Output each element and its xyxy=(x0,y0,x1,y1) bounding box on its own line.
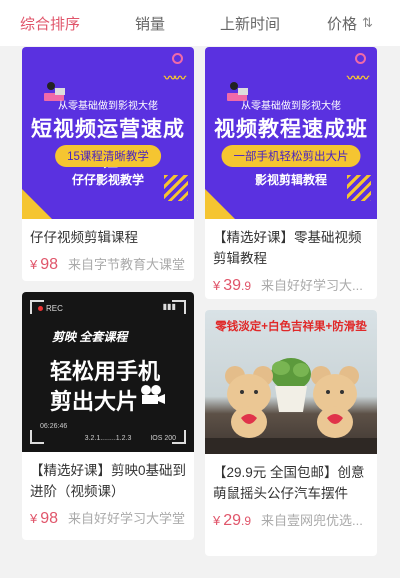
product-card[interactable]: 〰〰 从零基础做到影视大佬 短视频运营速成班 15课程清晰教学 仔仔影视教学 仔… xyxy=(22,47,194,281)
zigzag-decoration: 〰〰 xyxy=(346,71,369,85)
triangle-decoration xyxy=(22,189,52,219)
product-thumbnail: 〰〰 从零基础做到影视大佬 视频教程速成班 一部手机轻松剪出大片 影视剪辑教程 xyxy=(205,47,377,219)
price-row: ¥39.9 来自好好学习大... xyxy=(205,275,377,295)
price-row: ¥29.9 来自壹网兜优选... xyxy=(205,510,377,530)
thumb-headline: 视频教程速成班 xyxy=(214,118,368,141)
product-source: 来自好好学习大学堂 xyxy=(68,511,186,526)
thumb-subtitle: 从零基础做到影视大佬 xyxy=(241,101,341,112)
product-card[interactable]: REC ▮▮▮ 剪映 全套课程 轻松用手机 剪出大片 06:26:46 3.2.… xyxy=(22,292,194,540)
sort-arrows-icon: ⇅ xyxy=(362,15,373,30)
product-card[interactable]: 零钱淡定+白色吉祥果+防滑垫 【29.9元 全国包邮】创意萌鼠摇头公仔汽车摆件P… xyxy=(205,310,377,556)
triangle-decoration xyxy=(205,189,235,219)
timecode: 06:26:46 xyxy=(40,423,68,430)
price-row: ¥98 来自好好学习大学堂 xyxy=(22,508,194,528)
price-row: ¥98 来自字节教育大课堂 xyxy=(22,254,194,274)
ring-decoration xyxy=(172,53,183,64)
thumb-line-1: 轻松用手机 xyxy=(50,359,161,384)
sort-comprehensive[interactable]: 综合排序 xyxy=(0,13,100,34)
thumb-brand: 剪映 全套课程 xyxy=(52,330,128,344)
sort-price[interactable]: 价格 ⇅ xyxy=(300,13,400,34)
stripe-decoration xyxy=(164,175,188,201)
thumb-pill: 15课程清晰教学 xyxy=(55,145,161,167)
sort-bar: 综合排序 销量 上新时间 价格 ⇅ xyxy=(0,0,400,46)
product-thumbnail: 零钱淡定+白色吉祥果+防滑垫 xyxy=(205,310,377,454)
battery-icon: ▮▮▮ xyxy=(162,302,176,311)
product-source: 来自字节教育大课堂 xyxy=(68,257,186,272)
product-title: 【29.9元 全国包邮】创意萌鼠摇头公仔汽车摆件P0... xyxy=(213,465,365,501)
product-thumbnail: REC ▮▮▮ 剪映 全套课程 轻松用手机 剪出大片 06:26:46 3.2.… xyxy=(22,292,194,452)
sort-price-label: 价格 xyxy=(327,15,358,33)
sort-sales[interactable]: 销量 xyxy=(100,13,200,34)
sort-newest[interactable]: 上新时间 xyxy=(200,13,300,34)
product-title: 【精选好课】零基础视频剪辑教程 xyxy=(213,230,362,266)
thumb-subtitle: 从零基础做到影视大佬 xyxy=(58,101,158,112)
product-price: ¥98 xyxy=(30,510,59,527)
product-price: ¥39.9 xyxy=(213,277,252,294)
stripe-decoration xyxy=(347,175,371,201)
product-title: 【精选好课】剪映0基础到进阶（视频课） xyxy=(30,463,187,499)
thumb-line-2: 剪出大片 xyxy=(50,389,139,414)
product-price: ¥29.9 xyxy=(213,512,252,529)
product-source: 来自好好学习大... xyxy=(261,278,363,293)
thumb-pill: 一部手机轻松剪出大片 xyxy=(221,145,361,167)
mouse-figurines-image xyxy=(205,358,377,454)
ring-decoration xyxy=(355,53,366,64)
thumb-headline: 零钱淡定+白色吉祥果+防滑垫 xyxy=(215,321,367,333)
rec-indicator: REC xyxy=(38,304,63,313)
film-camera-icon xyxy=(141,385,165,404)
product-thumbnail: 〰〰 从零基础做到影视大佬 短视频运营速成班 15课程清晰教学 仔仔影视教学 xyxy=(22,47,194,219)
iso-readout: IOS 200 xyxy=(150,435,176,442)
product-title: 仔仔视频剪辑课程 xyxy=(30,230,138,245)
zigzag-decoration: 〰〰 xyxy=(163,71,186,85)
product-price: ¥98 xyxy=(30,256,59,273)
product-source: 来自壹网兜优选... xyxy=(261,513,363,528)
product-card[interactable]: 〰〰 从零基础做到影视大佬 视频教程速成班 一部手机轻松剪出大片 影视剪辑教程 … xyxy=(205,47,377,299)
